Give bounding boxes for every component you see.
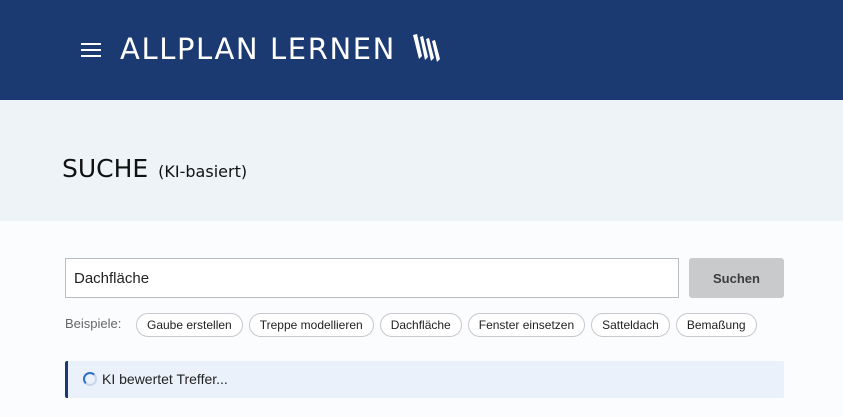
page-title-main: SUCHE: [62, 154, 149, 183]
page-title: SUCHE (KI-basiert): [62, 154, 247, 183]
example-chip-dachflaeche[interactable]: Dachfläche: [379, 313, 462, 337]
status-banner: KI bewertet Treffer...: [65, 361, 784, 398]
example-chip-satteldach[interactable]: Satteldach: [591, 313, 670, 337]
example-chip-bemassung[interactable]: Bemaßung: [675, 313, 757, 337]
hamburger-menu-icon[interactable]: [81, 43, 101, 57]
page-hero: SUCHE (KI-basiert): [0, 100, 843, 221]
page-title-subtitle: (KI-basiert): [158, 162, 248, 181]
status-text: KI bewertet Treffer...: [102, 371, 228, 387]
examples-label: Beispiele:: [65, 316, 122, 331]
example-chips: Gaube erstellen Treppe modellieren Dachf…: [136, 313, 757, 337]
loading-spinner-icon: [83, 372, 97, 386]
example-chip-fenster[interactable]: Fenster einsetzen: [467, 313, 586, 337]
open-book-icon: [413, 34, 440, 62]
top-header: ALLPLAN LERNEN: [0, 0, 843, 100]
example-chip-gaube[interactable]: Gaube erstellen: [136, 313, 243, 337]
search-button[interactable]: Suchen: [689, 258, 784, 298]
search-input[interactable]: [65, 258, 679, 298]
brand-title[interactable]: ALLPLAN LERNEN: [120, 31, 396, 67]
example-chip-treppe[interactable]: Treppe modellieren: [248, 313, 374, 337]
